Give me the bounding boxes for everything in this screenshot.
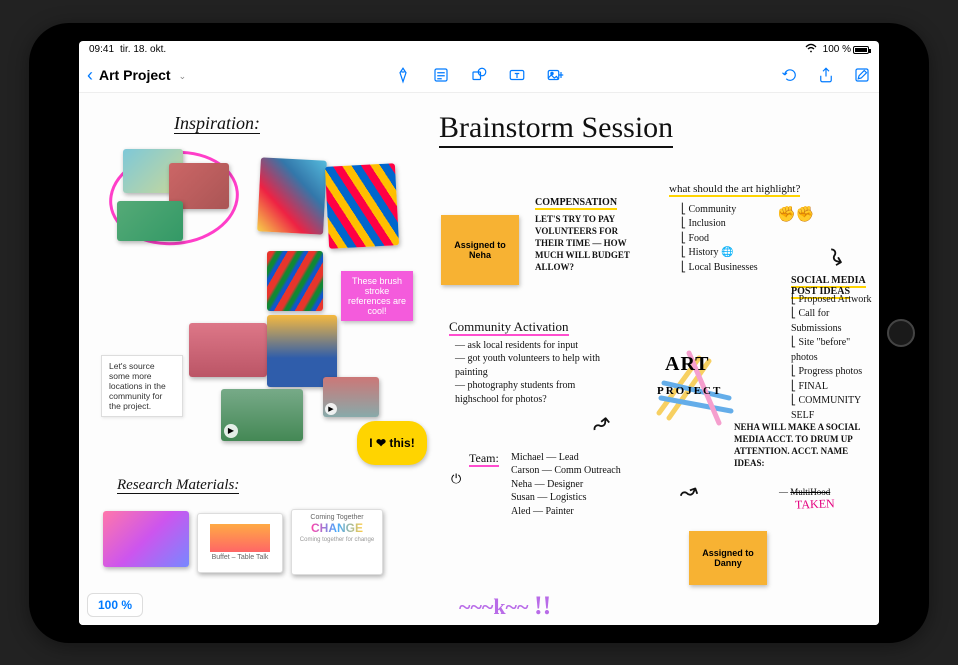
video-thumb[interactable]: ▶ bbox=[323, 377, 379, 417]
book-title: CHANGE bbox=[311, 521, 363, 535]
screen: 09:41 tir. 18. okt. 100 % ‹ Art Project … bbox=[79, 41, 879, 625]
speech-bubble[interactable]: I ❤ this! bbox=[357, 421, 427, 465]
undo-button[interactable] bbox=[781, 66, 799, 84]
sticky-note-pink[interactable]: These brush stroke references are cool! bbox=[341, 271, 413, 321]
play-icon: ▶ bbox=[224, 424, 238, 438]
activation-body: — ask local residents for input — got yo… bbox=[455, 339, 605, 407]
video-thumb[interactable]: ▶ bbox=[221, 389, 303, 441]
book-subtitle: Coming Together bbox=[310, 514, 363, 521]
sticky-note-neha[interactable]: Assigned to Neha bbox=[441, 215, 519, 285]
share-button[interactable] bbox=[817, 66, 835, 84]
photo-thumb[interactable] bbox=[189, 323, 267, 377]
zoom-indicator[interactable]: 100 % bbox=[87, 593, 143, 617]
textbox-content: Let's source some more locations in the … bbox=[109, 361, 166, 411]
status-date: tir. 18. okt. bbox=[120, 44, 166, 55]
board-title[interactable]: Art Project bbox=[99, 67, 171, 83]
inspiration-header: Inspiration: bbox=[174, 113, 260, 134]
team-body: Michael — Lead Carson — Comm Outreach Ne… bbox=[511, 451, 671, 519]
activation-header: Community Activation bbox=[449, 319, 569, 335]
battery-pct: 100 % bbox=[823, 44, 851, 55]
zoom-value: 100 % bbox=[98, 598, 132, 612]
sticky-text: These brush stroke references are cool! bbox=[347, 276, 407, 316]
media-button[interactable] bbox=[546, 66, 564, 84]
social-list: ⎣ Proposed Artwork ⎣ Call for Submission… bbox=[791, 293, 879, 424]
chevron-down-icon[interactable]: ⌄ bbox=[179, 71, 187, 82]
canvas-title: Brainstorm Session bbox=[439, 111, 673, 145]
link-caption: Buffet – Table Talk bbox=[212, 554, 269, 561]
text-box-button[interactable] bbox=[508, 66, 526, 84]
sticky-text: Assigned to Neha bbox=[447, 240, 513, 260]
team-header: Team: bbox=[469, 451, 499, 466]
arrow-icon: ↝ bbox=[675, 476, 701, 507]
arrow-icon: ↝ bbox=[820, 241, 852, 270]
home-button[interactable] bbox=[887, 319, 915, 347]
sticky-text: Assigned to Danny bbox=[695, 548, 761, 568]
wifi-icon bbox=[805, 43, 817, 56]
shapes-button[interactable] bbox=[470, 66, 488, 84]
sticky-note-danny[interactable]: Assigned to Danny bbox=[689, 531, 767, 585]
pen-tool-button[interactable] bbox=[394, 66, 412, 84]
compensation-header: COMPENSATION bbox=[535, 197, 617, 208]
neha-note: NEHA WILL MAKE A SOCIAL MEDIA ACCT. TO D… bbox=[734, 421, 874, 470]
link-card[interactable]: Buffet – Table Talk bbox=[197, 513, 283, 573]
freeform-canvas[interactable]: Brainstorm Session Inspiration: ▶ ▶ Thes… bbox=[79, 93, 879, 625]
text-box-locations[interactable]: Let's source some more locations in the … bbox=[101, 355, 183, 417]
taken-label: TAKEN bbox=[795, 496, 835, 512]
highlight-list: ⎣ Community ⎣ Inclusion ⎣ Food ⎣ History… bbox=[681, 203, 758, 276]
photo-thumb[interactable] bbox=[267, 315, 337, 387]
toolbar: ‹ Art Project ⌄ bbox=[79, 59, 879, 93]
arrow-icon: ↝ bbox=[585, 408, 616, 440]
sticky-note-button[interactable] bbox=[432, 66, 450, 84]
art-project-logo: ART PROJECT bbox=[649, 343, 749, 433]
battery-icon bbox=[853, 46, 869, 54]
research-header: Research Materials: bbox=[117, 477, 239, 494]
back-button[interactable]: ‹ bbox=[87, 65, 93, 86]
status-bar: 09:41 tir. 18. okt. 100 % bbox=[79, 41, 879, 59]
highlight-question: what should the art highlight? bbox=[669, 183, 800, 195]
art-thumb[interactable] bbox=[325, 163, 399, 249]
power-icon: ⏻ bbox=[451, 471, 461, 487]
fist-emoji-icon: ✊✊ bbox=[777, 205, 814, 223]
art-thumb[interactable] bbox=[267, 251, 323, 311]
status-time: 09:41 bbox=[89, 44, 114, 55]
art-thumb[interactable] bbox=[257, 157, 327, 234]
link-card[interactable]: Coming Together CHANGE Coming together f… bbox=[291, 509, 383, 575]
illustration-thumb[interactable] bbox=[103, 511, 189, 567]
play-icon: ▶ bbox=[325, 403, 337, 415]
photo-thumb[interactable] bbox=[117, 201, 183, 241]
ipad-frame: 09:41 tir. 18. okt. 100 % ‹ Art Project … bbox=[29, 23, 929, 643]
compensation-body: LET'S TRY TO PAY VOLUNTEERS FOR THEIR TI… bbox=[535, 213, 645, 274]
bubble-text: I ❤ this! bbox=[369, 436, 414, 450]
compose-button[interactable] bbox=[853, 66, 871, 84]
purple-scribble: ~~~k~~ !! bbox=[459, 591, 551, 621]
